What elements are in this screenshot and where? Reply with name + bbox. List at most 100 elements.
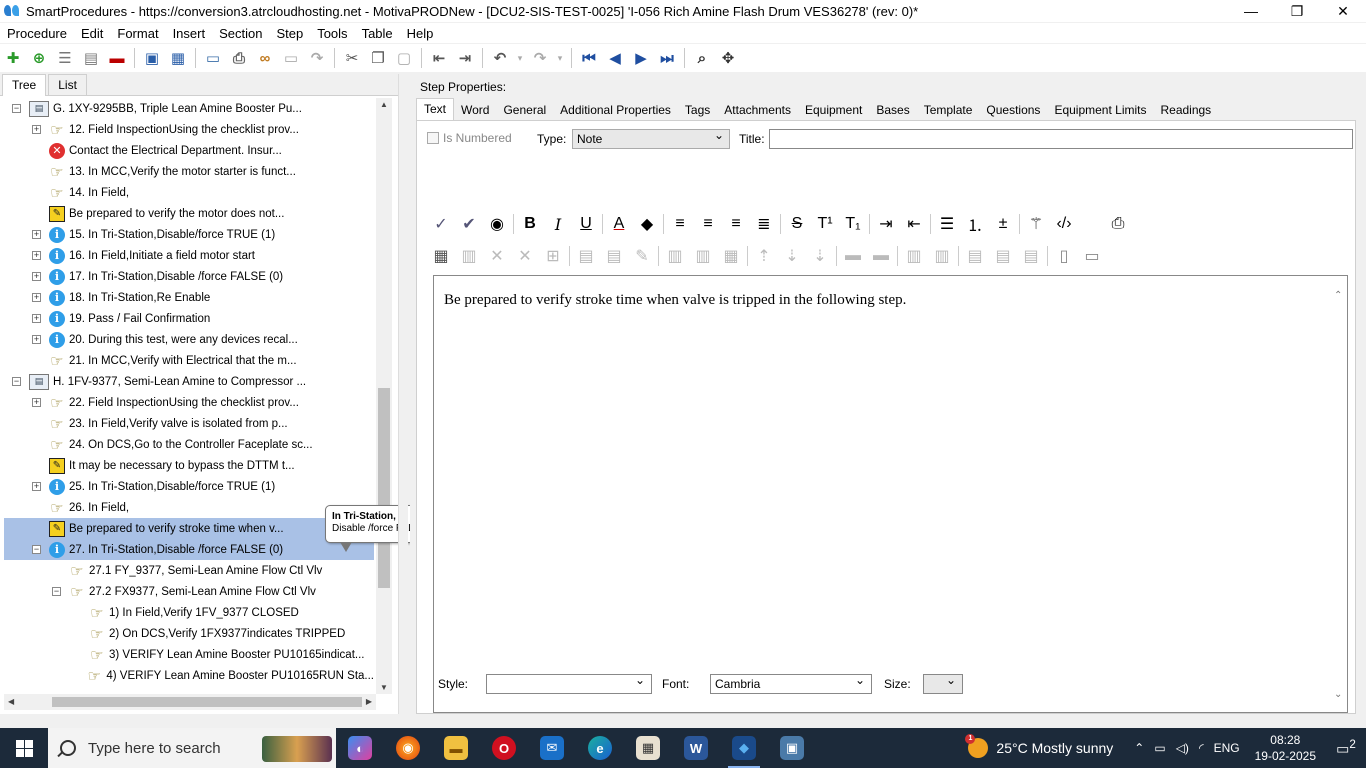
move-icon[interactable]: ✥ — [715, 46, 741, 70]
superscript-icon[interactable]: T¹ — [811, 211, 839, 237]
scroll-left-icon[interactable]: ◀ — [8, 697, 14, 706]
tree-row[interactable]: + i 17. In Tri-Station,Disable /force FALS… — [4, 266, 374, 287]
list-icon[interactable]: ☰ — [52, 46, 78, 70]
menu-edit[interactable]: Edit — [74, 26, 110, 41]
tree-vertical-scrollbar[interactable]: ▲ ▼ — [376, 98, 392, 694]
indent-icon[interactable]: ⇥ — [452, 46, 478, 70]
tab-list[interactable]: List — [48, 74, 87, 95]
collapse-icon[interactable]: − — [12, 104, 21, 113]
tree-horizontal-scrollbar[interactable]: ◀ ▶ — [4, 694, 376, 710]
taskbar-firefox[interactable]: ◉ — [384, 728, 432, 768]
expand-icon[interactable]: + — [32, 482, 41, 491]
menu-step[interactable]: Step — [269, 26, 310, 41]
volume-icon[interactable]: ◁) — [1176, 741, 1189, 755]
window-icon[interactable]: ▭ — [278, 46, 304, 70]
align-center-icon[interactable]: ≡ — [694, 211, 722, 237]
tree-row[interactable]: + i 25. In Tri-Station,Disable/force TRUE … — [4, 476, 374, 497]
row-delete-icon[interactable]: ⇣ — [806, 243, 834, 269]
horizontal-rule-icon[interactable]: ± — [989, 211, 1017, 237]
align-bottom-icon[interactable]: ▤ — [1017, 243, 1045, 269]
scroll-down-icon[interactable]: ▼ — [380, 683, 388, 692]
scroll-right-icon[interactable]: ▶ — [366, 697, 372, 706]
collapse-icon[interactable]: − — [52, 587, 61, 596]
table-props-icon[interactable]: ▥ — [455, 243, 483, 269]
highlight-icon[interactable]: ◉ — [483, 211, 511, 237]
underline-icon[interactable]: U — [572, 211, 600, 237]
add-substep-icon[interactable]: ⊕ — [26, 46, 52, 70]
tree-row[interactable]: + i 20. During this test, were any devices… — [4, 329, 374, 350]
menu-help[interactable]: Help — [400, 26, 441, 41]
tree-row[interactable]: ☞ 1) In Field,Verify 1FV_9377 CLOSED — [4, 602, 374, 623]
tab-word[interactable]: Word — [454, 100, 496, 120]
paste-icon[interactable]: ▢ — [391, 46, 417, 70]
tab-text[interactable]: Text — [416, 98, 455, 120]
tree-row[interactable]: + i 19. Pass / Fail Confirmation — [4, 308, 374, 329]
weather-widget[interactable]: 1 25°C Mostly sunny — [965, 734, 1113, 758]
tree-row[interactable]: ☞ 27.1 FY_9377, Semi-Lean Amine Flow Ctl … — [4, 560, 374, 581]
font-color-icon[interactable]: A — [605, 211, 633, 237]
taskbar-word[interactable]: W — [672, 728, 720, 768]
tree-row[interactable]: ✎ Be prepared to verify the motor does no… — [4, 203, 374, 224]
menu-format[interactable]: Format — [110, 26, 165, 41]
subscript-icon[interactable]: T₁ — [839, 211, 867, 237]
magic-wand-icon[interactable]: ⚚ — [1022, 211, 1050, 237]
merge-cells-icon[interactable]: ▦ — [717, 243, 745, 269]
column-left-icon[interactable]: ▥ — [900, 243, 928, 269]
table-edit-icon[interactable]: ✎ — [628, 243, 656, 269]
menu-section[interactable]: Section — [212, 26, 269, 41]
tree-row[interactable]: − ▤ H. 1FV-9377, Semi-Lean Amine to Compre… — [4, 371, 374, 392]
cell-merge-icon[interactable]: ▬ — [867, 243, 895, 269]
table-row-icon[interactable]: ▤ — [572, 243, 600, 269]
taskbar-search[interactable]: Type here to search — [48, 728, 336, 768]
column-insert-icon[interactable]: ▥ — [689, 243, 717, 269]
editor-text[interactable]: Be prepared to verify stroke time when v… — [444, 292, 906, 309]
collapse-icon[interactable]: − — [12, 377, 21, 386]
print-icon[interactable]: ⎙ — [226, 46, 252, 70]
link-icon[interactable]: ∞ — [252, 46, 278, 70]
tree-row[interactable]: − i 27. In Tri-Station,Disable /force FALS… — [4, 539, 374, 560]
monitor-icon[interactable]: ▭ — [200, 46, 226, 70]
font-select[interactable]: Cambria — [710, 673, 872, 694]
tree-row[interactable]: ☞ 21. In MCC,Verify with Electrical that … — [4, 350, 374, 371]
previous-step-icon[interactable]: ◀ — [602, 46, 628, 70]
chevron-up-icon[interactable]: ⌃ — [1134, 741, 1144, 755]
checkbox-box[interactable] — [427, 132, 439, 144]
step-text-editor[interactable]: Be prepared to verify stroke time when v… — [433, 275, 1348, 713]
tree-horizontal-thumb[interactable] — [52, 697, 362, 707]
next-step-icon[interactable]: ▶ — [628, 46, 654, 70]
find-replace-icon[interactable]: ⌕ — [689, 46, 715, 70]
editor-scrollbar[interactable]: ⌃ ⌄ — [1331, 276, 1347, 712]
insert-table-icon[interactable]: ▦ — [427, 243, 455, 269]
taskbar-app-generic[interactable]: ▦ — [624, 728, 672, 768]
menu-table[interactable]: Table — [355, 26, 400, 41]
justify-icon[interactable]: ≣ — [750, 211, 778, 237]
tree-row[interactable]: ✎ It may be necessary to bypass the DTTM … — [4, 455, 374, 476]
tree-row[interactable]: − ▤ G. 1XY-9295BB, Triple Lean Amine Boost… — [4, 98, 374, 119]
tree-row[interactable]: ☞ 4) VERIFY Lean Amine Booster PU10165RUN… — [4, 665, 374, 686]
tree-row[interactable]: ☞ 3) VERIFY Lean Amine Booster PU10165ind… — [4, 644, 374, 665]
tree-row[interactable]: + i 18. In Tri-Station,Re Enable — [4, 287, 374, 308]
restore-button[interactable]: ❐ — [1274, 0, 1320, 22]
table-row-insert-icon[interactable]: ▤ — [600, 243, 628, 269]
fill-color-icon[interactable]: ◆ — [633, 211, 661, 237]
is-numbered-checkbox[interactable]: Is Numbered — [427, 131, 512, 145]
pane-splitter[interactable] — [398, 74, 408, 714]
tree-row[interactable]: + ☞ 22. Field InspectionUsing the checklis… — [4, 392, 374, 413]
column-icon[interactable]: ▥ — [661, 243, 689, 269]
column-right-icon[interactable]: ▥ — [928, 243, 956, 269]
scroll-up-icon[interactable]: ▲ — [380, 100, 388, 109]
expand-icon[interactable]: + — [32, 314, 41, 323]
tree-row[interactable]: ☞ 2) On DCS,Verify 1FX9377indicates TRIPP… — [4, 623, 374, 644]
html-source-icon[interactable]: ‹/› — [1050, 211, 1078, 237]
list-alt-icon[interactable]: ▤ — [78, 46, 104, 70]
tree-row[interactable]: ☞ 24. On DCS,Go to the Controller Facepla… — [4, 434, 374, 455]
tree-row[interactable]: + i 15. In Tri-Station,Disable/force TRUE … — [4, 224, 374, 245]
tree-row[interactable]: + ☞ 12. Field InspectionUsing the checklis… — [4, 119, 374, 140]
taskbar-mail[interactable]: ✉ — [528, 728, 576, 768]
redo-icon[interactable]: ↷ — [527, 46, 553, 70]
align-middle-icon[interactable]: ▤ — [989, 243, 1017, 269]
menu-tools[interactable]: Tools — [310, 26, 354, 41]
taskbar-file-explorer[interactable]: ▬ — [432, 728, 480, 768]
tree-row[interactable]: ☞ 13. In MCC,Verify the motor starter is … — [4, 161, 374, 182]
taskbar-opera[interactable]: O — [480, 728, 528, 768]
